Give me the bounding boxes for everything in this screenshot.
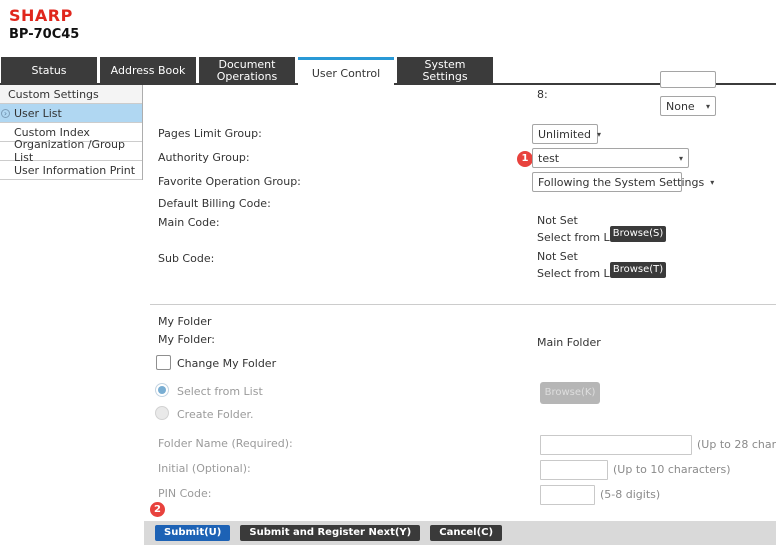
sidebar-item-label: Custom Index [14,126,90,139]
pin-code-input[interactable] [540,485,595,505]
tab-address-book[interactable]: Address Book [100,57,196,84]
my-folder-label: My Folder: [158,333,215,346]
initial-input[interactable] [540,460,608,480]
dropdown-caret-icon: ▾ [706,102,710,111]
sidebar-item-label: User Information Print [14,164,135,177]
browse-s-button[interactable]: Browse(S) [610,226,666,242]
favorite-operation-group-label: Favorite Operation Group: [158,175,301,188]
dropdown-caret-icon: ▾ [710,178,714,187]
pages-limit-group-label: Pages Limit Group: [158,127,262,140]
model-name: BP-70C45 [9,27,79,42]
change-my-folder-checkbox[interactable] [156,355,171,370]
pages-limit-group-select[interactable]: Unlimited ▾ [532,124,598,144]
tab-user-control[interactable]: User Control [298,57,394,88]
folder-name-input[interactable] [540,435,692,455]
row-8-select[interactable]: None ▾ [660,96,716,116]
cutoff-select[interactable] [660,71,716,88]
browse-t-button[interactable]: Browse(T) [610,262,666,278]
tab-list: Status Address Book Document Operations … [1,57,496,88]
sidebar-header: Custom Settings [0,85,142,104]
sidebar-item-organization-group-list[interactable]: Organization /Group List [0,142,142,161]
submit-and-register-next-button[interactable]: Submit and Register Next(Y) [240,525,420,541]
favorite-operation-group-value: Following the System Settings [538,176,704,189]
create-folder-radio-label: Create Folder. [177,408,254,421]
row-8-select-value: None [666,100,695,113]
change-my-folder-label: Change My Folder [177,357,276,370]
step-badge-1: 1 [517,151,533,167]
chevron-circle-icon: › [1,109,10,118]
main-code-status: Not Set [537,214,578,227]
dropdown-caret-icon: ▾ [597,130,601,139]
action-bar: Submit(U) Submit and Register Next(Y) Ca… [144,521,776,545]
page: SHARP BP-70C45 Status Address Book Docum… [0,0,776,545]
section-divider [150,304,776,305]
cancel-button[interactable]: Cancel(C) [430,525,502,541]
main-code-label: Main Code: [158,216,220,229]
create-folder-radio[interactable] [155,406,169,420]
sub-code-status: Not Set [537,250,578,263]
browse-k-button[interactable]: Browse(K) [540,382,600,404]
main-content: 8: None ▾ Pages Limit Group: Unlimited ▾… [144,85,776,545]
sharp-logo: SHARP [9,6,73,25]
tab-status[interactable]: Status [1,57,97,84]
sidebar-item-label: User List [14,107,62,120]
step-badge-2: 2 [150,502,165,517]
sidebar: Custom Settings › User List Custom Index… [0,85,143,180]
favorite-operation-group-select[interactable]: Following the System Settings ▾ [532,172,682,192]
folder-name-label: Folder Name (Required): [158,437,293,450]
sub-code-label: Sub Code: [158,252,214,265]
initial-hint: (Up to 10 characters) [613,463,731,476]
select-from-list-radio[interactable] [155,383,169,397]
default-billing-code-title: Default Billing Code: [158,197,271,210]
row-8-label: 8: [537,88,548,101]
select-from-list-radio-label: Select from List [177,385,263,398]
folder-name-hint: (Up to 28 characters) [697,438,776,451]
initial-label: Initial (Optional): [158,462,251,475]
tab-document-operations[interactable]: Document Operations [199,57,295,84]
dropdown-caret-icon: ▾ [679,154,683,163]
my-folder-title: My Folder [158,315,212,328]
authority-group-select[interactable]: test ▾ [532,148,689,168]
tab-system-settings[interactable]: System Settings [397,57,493,84]
authority-group-value: test [538,152,559,165]
sidebar-item-user-list[interactable]: › User List [0,104,142,123]
pin-code-label: PIN Code: [158,487,211,500]
submit-button[interactable]: Submit(U) [155,525,230,541]
sidebar-item-user-information-print[interactable]: User Information Print [0,161,142,180]
pin-code-hint: (5-8 digits) [600,488,660,501]
my-folder-value: Main Folder [537,336,601,349]
pages-limit-group-value: Unlimited [538,128,591,141]
authority-group-label: Authority Group: [158,151,250,164]
